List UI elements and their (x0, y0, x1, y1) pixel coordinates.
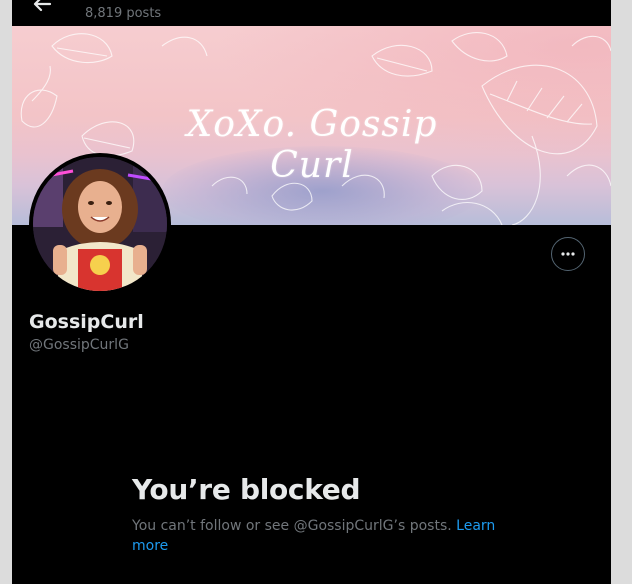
page-frame: 8,819 posts XoXo. Gossip Curl GossipCurl… (0, 0, 632, 584)
more-options-button[interactable] (551, 237, 585, 271)
avatar[interactable] (33, 157, 167, 291)
profile-column: 8,819 posts XoXo. Gossip Curl GossipCurl… (12, 0, 611, 584)
display-name: GossipCurl (29, 311, 144, 333)
blocked-message-text: You can’t follow or see @GossipCurlG’s p… (132, 518, 452, 534)
more-horizontal-icon (561, 252, 575, 256)
post-count: 8,819 posts (85, 6, 162, 21)
blocked-title: You’re blocked (132, 473, 361, 506)
profile-header: 8,819 posts (12, 0, 611, 26)
arrow-left-icon (33, 0, 52, 12)
back-button[interactable] (28, 0, 56, 18)
blocked-message: You can’t follow or see @GossipCurlG’s p… (132, 516, 502, 556)
avatar-image (33, 157, 167, 291)
user-handle: @GossipCurlG (29, 337, 129, 353)
banner-title: XoXo. Gossip Curl (186, 104, 438, 186)
